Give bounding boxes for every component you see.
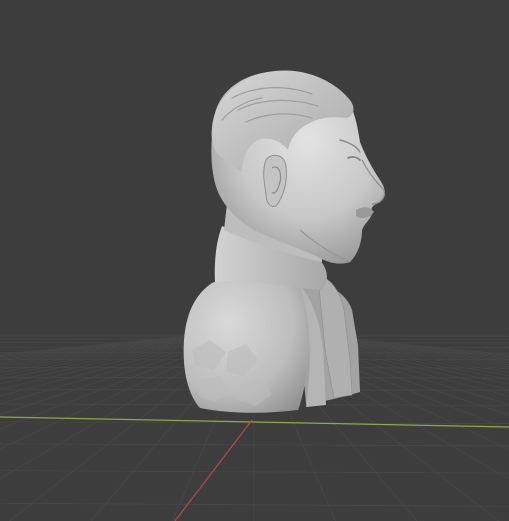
y-axis-line (174, 419, 253, 521)
3d-viewport[interactable] (0, 0, 509, 521)
grid-line (0, 502, 509, 507)
viewport-scene[interactable] (0, 0, 509, 521)
grid-line (0, 470, 509, 474)
grid-line (0, 443, 509, 447)
bust-model[interactable] (183, 70, 385, 413)
